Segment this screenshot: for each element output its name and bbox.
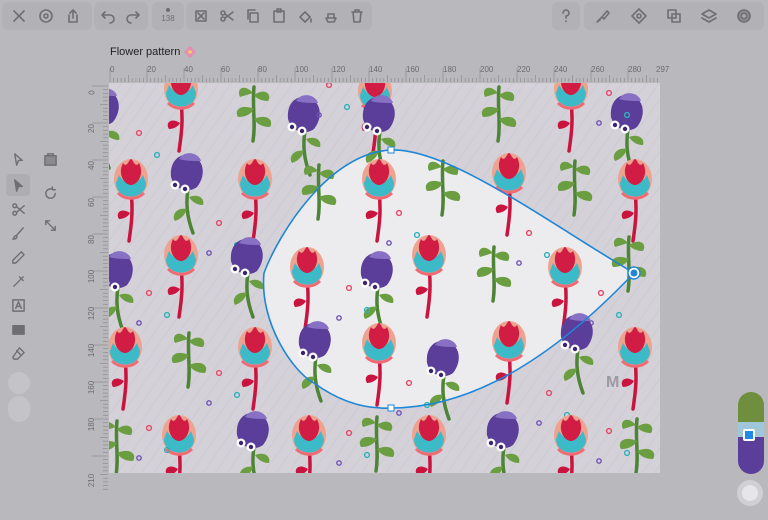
ruler-label: 60 (86, 198, 96, 207)
color-picker-inner-icon (742, 485, 758, 501)
color-icon[interactable] (733, 5, 755, 27)
zoom-dot-icon (166, 7, 170, 12)
copy-icon[interactable] (242, 5, 264, 27)
ruler-label: 140 (87, 343, 97, 358)
rectangle-icon[interactable] (6, 318, 30, 340)
scale-icon[interactable] (38, 214, 62, 236)
path-node (387, 146, 395, 154)
direct-select-icon[interactable] (6, 174, 30, 196)
pencil-icon[interactable] (6, 246, 30, 268)
active-color-swatch[interactable] (743, 429, 755, 441)
undo-icon[interactable] (97, 5, 119, 27)
ruler-label: 80 (86, 235, 96, 244)
ruler-label: 260 (591, 65, 605, 74)
help-icon[interactable] (555, 5, 577, 27)
redo-icon[interactable] (122, 5, 144, 27)
ruler-label: 120 (332, 65, 346, 74)
flower-icon (184, 46, 196, 58)
top-toolbar: 138 (0, 0, 768, 32)
swatch-purple[interactable] (738, 437, 764, 474)
vertical-ruler[interactable]: 0 20 40 60 80 100 120 140 160 180 210 (86, 82, 108, 492)
ruler-label: 200 (480, 65, 494, 74)
brush-settings-icon[interactable] (592, 5, 614, 27)
ruler-label: 280 (628, 65, 642, 74)
paste-icon[interactable] (268, 5, 290, 27)
delete-icon[interactable] (346, 5, 368, 27)
ruler-label: 40 (184, 65, 193, 74)
eraser-icon[interactable] (6, 342, 30, 364)
ruler-label: 0 (87, 90, 97, 95)
brush-icon[interactable] (6, 222, 30, 244)
ruler-label: 80 (258, 65, 267, 74)
select-icon[interactable] (6, 148, 30, 170)
ruler-label: 0 (110, 65, 115, 74)
ruler-label: 180 (443, 65, 457, 74)
artboard-icon[interactable] (38, 148, 62, 170)
cut-icon[interactable] (216, 5, 238, 27)
clear-icon[interactable] (190, 5, 212, 27)
transform-icon[interactable] (628, 5, 650, 27)
ruler-label: 180 (87, 417, 97, 432)
ruler-label: 120 (87, 306, 97, 321)
ruler-label: 240 (554, 65, 568, 74)
pen-icon[interactable] (6, 270, 30, 292)
settings-icon[interactable] (35, 5, 57, 27)
flower-pattern-artwork[interactable] (109, 83, 660, 473)
zoom-indicator[interactable]: 138 (155, 3, 181, 27)
ruler-label: 100 (295, 65, 309, 74)
artboard-canvas[interactable] (109, 83, 660, 473)
tools-panel (4, 146, 68, 424)
color-picker-button[interactable] (737, 480, 763, 506)
document-title[interactable]: Flower pattern (110, 46, 196, 58)
ruler-label: 160 (406, 65, 420, 74)
brush-size-control[interactable] (8, 372, 30, 394)
fill-icon[interactable] (294, 5, 316, 27)
scissors-icon[interactable] (6, 198, 30, 220)
ruler-label: 220 (517, 65, 531, 74)
ruler-label: 140 (369, 65, 383, 74)
document-title-text: Flower pattern (110, 46, 181, 58)
close-icon[interactable] (8, 5, 30, 27)
ruler-label: 60 (221, 65, 230, 74)
ruler-label: 100 (87, 269, 97, 284)
rotate-icon[interactable] (38, 182, 62, 204)
ruler-label: 210 (87, 473, 97, 488)
opacity-control[interactable] (8, 396, 30, 422)
text-icon[interactable] (6, 294, 30, 316)
ruler-label: 160 (87, 380, 97, 395)
arrange-icon[interactable] (663, 5, 685, 27)
watermark: M (606, 374, 620, 391)
ruler-label: 297 (656, 65, 670, 74)
ruler-label: 20 (147, 65, 156, 74)
share-icon[interactable] (62, 5, 84, 27)
path-node (387, 404, 395, 412)
horizontal-ruler[interactable]: 0 20 40 60 80 100 120 140 160 180 200 22… (106, 64, 669, 82)
ruler-label: 20 (86, 124, 96, 133)
layers-icon[interactable] (698, 5, 720, 27)
zoom-value: 138 (161, 13, 175, 23)
ruler-label: 40 (86, 161, 96, 170)
erase-layer-icon[interactable] (320, 5, 342, 27)
